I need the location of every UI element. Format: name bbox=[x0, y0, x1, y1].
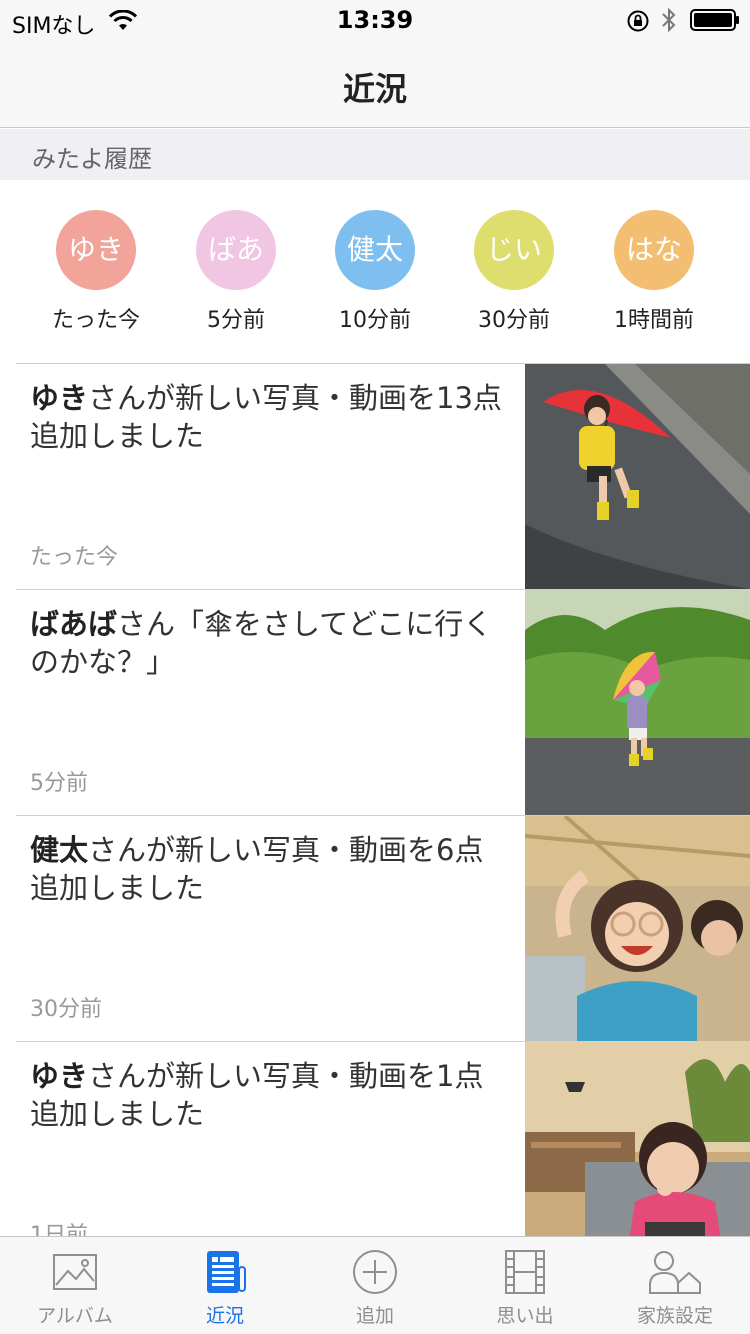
feed-user-name: 健太 bbox=[30, 833, 89, 867]
feed-message-text: さんが新しい写真・動画を13点追加しました bbox=[30, 381, 502, 453]
photo-child-sofa-icon bbox=[525, 1042, 750, 1237]
visitor-avatar[interactable]: 健太 bbox=[335, 210, 415, 290]
battery-icon bbox=[690, 9, 739, 31]
visitor-time: たった今 bbox=[51, 308, 140, 333]
visitor-time: 1時間前 bbox=[614, 308, 694, 333]
photo-child-umbrella-red-icon bbox=[525, 364, 750, 589]
tab-add[interactable]: 追加 bbox=[300, 1237, 450, 1334]
bluetooth-icon bbox=[662, 7, 676, 33]
visitor-item[interactable]: ゆき たった今 bbox=[26, 210, 166, 334]
feed-item[interactable]: ゆきさんが新しい写真・動画を1点追加しました 1日前 bbox=[0, 1041, 750, 1237]
tab-label: 家族設定 bbox=[636, 1305, 713, 1327]
add-icon bbox=[353, 1250, 397, 1294]
photo-child-umbrella-rainbow-icon bbox=[525, 590, 750, 815]
feed-timestamp: 5分前 bbox=[30, 771, 88, 796]
page-title: 近況 bbox=[342, 70, 407, 108]
feed-timestamp: たった今 bbox=[30, 545, 119, 570]
visitor-time: 10分前 bbox=[339, 308, 411, 333]
visitor-item[interactable]: はな 1時間前 bbox=[584, 210, 724, 334]
feed-photo-thumbnail[interactable] bbox=[525, 1042, 750, 1237]
navigation-bar: 近況 bbox=[0, 40, 750, 128]
feed-item[interactable]: ゆきさんが新しい写真・動画を13点追加しました たった今 bbox=[0, 363, 750, 589]
visitor-time: 30分前 bbox=[478, 308, 550, 333]
tab-album[interactable]: アルバム bbox=[0, 1237, 150, 1334]
activity-feed: ゆきさんが新しい写真・動画を13点追加しました たった今 ばあばさん「傘をさして… bbox=[0, 363, 750, 1237]
tab-label: 追加 bbox=[355, 1305, 394, 1327]
news-icon bbox=[207, 1251, 246, 1293]
visitor-item[interactable]: ばあ 5分前 bbox=[166, 210, 306, 334]
feed-timestamp: 30分前 bbox=[30, 997, 102, 1022]
feed-timestamp: 1日前 bbox=[30, 1223, 88, 1237]
feed-item[interactable]: 健太さんが新しい写真・動画を6点追加しました 30分前 bbox=[0, 815, 750, 1041]
section-header: みたよ履歴 bbox=[0, 129, 750, 180]
visitor-item[interactable]: 健太 10分前 bbox=[305, 210, 445, 334]
tab-family-settings[interactable]: 家族設定 bbox=[600, 1237, 750, 1334]
feed-message: ゆきさんが新しい写真・動画を1点追加しました bbox=[30, 1057, 510, 1133]
feed-message: ゆきさんが新しい写真・動画を13点追加しました bbox=[30, 379, 510, 455]
visitor-item[interactable]: じい 30分前 bbox=[444, 210, 584, 334]
visitor-avatar[interactable]: ばあ bbox=[196, 210, 276, 290]
visitor-history: ゆき たった今 ばあ 5分前 健太 10分前 じい 30分前 はな 1時間前 bbox=[0, 180, 750, 364]
tab-news[interactable]: 近況 bbox=[150, 1237, 300, 1334]
feed-message-text: さんが新しい写真・動画を1点追加しました bbox=[30, 1059, 484, 1131]
tab-memories[interactable]: 思い出 bbox=[450, 1237, 600, 1334]
feed-message: 健太さんが新しい写真・動画を6点追加しました bbox=[30, 831, 510, 907]
feed-user-name: ゆき bbox=[30, 381, 89, 415]
visitor-avatar[interactable]: ゆき bbox=[56, 210, 136, 290]
section-title: みたよ履歴 bbox=[32, 145, 152, 173]
feed-photo-thumbnail[interactable] bbox=[525, 816, 750, 1041]
film-icon bbox=[505, 1250, 545, 1294]
tab-label: 近況 bbox=[205, 1305, 244, 1327]
feed-message-text: さんが新しい写真・動画を6点追加しました bbox=[30, 833, 484, 905]
feed-message: ばあばさん「傘をさしてどこに行くのかな？」 bbox=[30, 605, 510, 681]
tab-label: アルバム bbox=[37, 1305, 113, 1327]
feed-photo-thumbnail[interactable] bbox=[525, 364, 750, 589]
feed-item[interactable]: ばあばさん「傘をさしてどこに行くのかな？」 5分前 bbox=[0, 589, 750, 815]
tab-bar: アルバム 近況 追加 思い出 家族設定 bbox=[0, 1236, 750, 1334]
tab-label: 思い出 bbox=[496, 1305, 554, 1327]
visitor-avatar[interactable]: じい bbox=[474, 210, 554, 290]
visitor-time: 5分前 bbox=[207, 308, 265, 333]
feed-user-name: ばあば bbox=[30, 607, 118, 641]
album-icon bbox=[53, 1254, 97, 1290]
status-bar: SIMなし 13:39 bbox=[0, 0, 750, 40]
feed-photo-thumbnail[interactable] bbox=[525, 590, 750, 815]
photo-child-glasses-laughing-icon bbox=[525, 816, 750, 1041]
visitor-avatar[interactable]: はな bbox=[614, 210, 694, 290]
rotation-lock-icon bbox=[627, 10, 649, 32]
feed-user-name: ゆき bbox=[30, 1059, 89, 1093]
family-icon bbox=[649, 1251, 701, 1294]
